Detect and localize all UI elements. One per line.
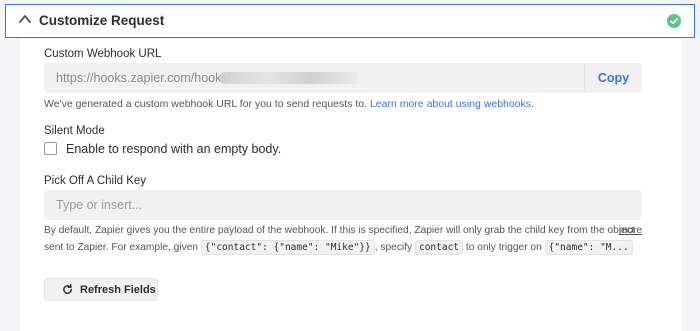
refresh-fields-button[interactable]: Refresh Fields [44, 278, 158, 301]
check-circle-icon [667, 14, 681, 28]
learn-more-link[interactable]: Learn more about using webhooks. [370, 98, 534, 110]
webhook-url-field: https://hooks.zapier.com/hooks/ Copy [44, 63, 642, 93]
webhook-help-body: We've generated a custom webhook URL for… [44, 98, 368, 110]
silent-mode-checkbox[interactable] [44, 142, 57, 155]
code-example: contact [414, 240, 464, 255]
desc-text: to only trigger on [465, 242, 542, 253]
child-key-input[interactable] [44, 190, 642, 220]
webhook-url-value: https://hooks.zapier.com/hooks/ [56, 71, 232, 85]
section-header[interactable]: Customize Request [5, 4, 695, 38]
child-key-desc-line1: By default, Zapier gives you the entire … [44, 225, 635, 236]
section-title: Customize Request [39, 13, 165, 28]
webhook-help-text: We've generated a custom webhook URL for… [44, 98, 534, 110]
chevron-up-icon[interactable] [18, 12, 32, 26]
child-key-desc-line2: sent to Zapier. For example, given {"con… [44, 240, 633, 255]
webhook-url-label: Custom Webhook URL [44, 48, 162, 60]
customize-request-panel: Customize Request Custom Webhook URL htt… [0, 0, 700, 331]
silent-mode-label: Silent Mode [44, 125, 105, 137]
refresh-fields-label: Refresh Fields [80, 284, 156, 296]
silent-mode-checkbox-label[interactable]: Enable to respond with an empty body. [66, 142, 281, 156]
more-link[interactable]: more [619, 225, 642, 236]
desc-text: , specify [374, 242, 413, 253]
code-example: {"name": "M... [544, 240, 633, 255]
child-key-label: Pick Off A Child Key [44, 175, 147, 187]
desc-text: sent to Zapier. For example, given [44, 242, 199, 253]
refresh-icon [63, 284, 72, 294]
code-example: {"contact": {"name": "Mike"}} [200, 240, 375, 255]
redacted-url-segment [220, 72, 358, 84]
copy-button[interactable]: Copy [585, 63, 642, 93]
